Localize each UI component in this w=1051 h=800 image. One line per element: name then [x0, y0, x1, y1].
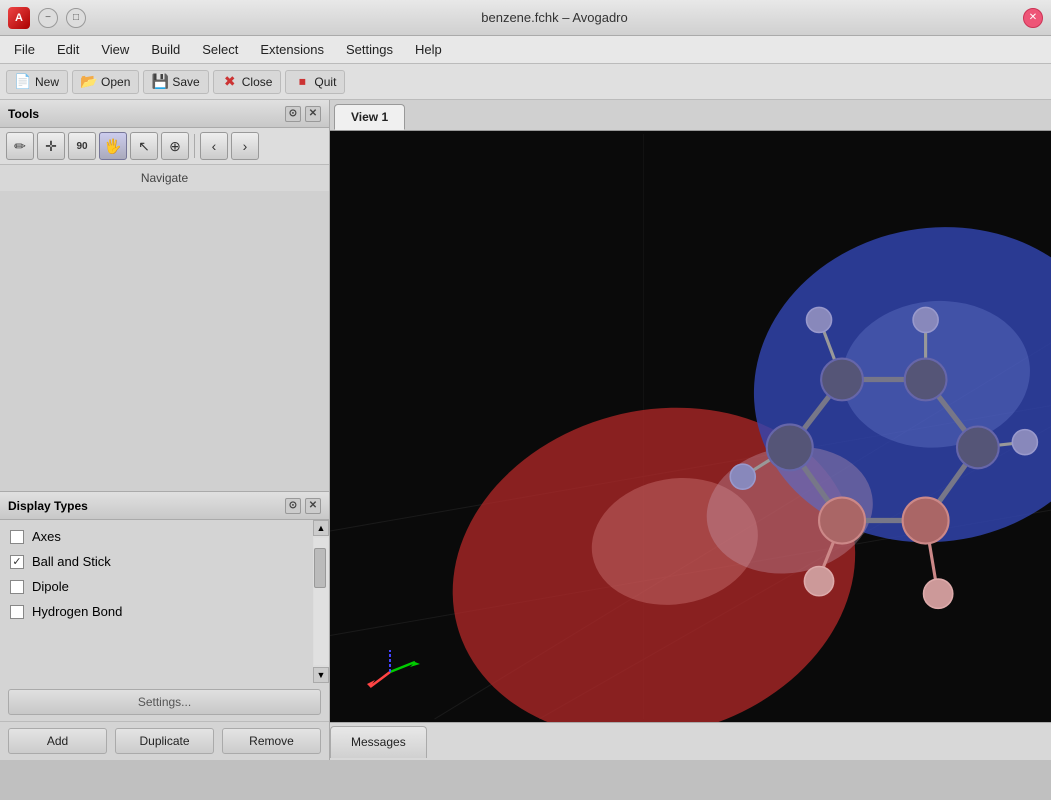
- hand-icon: 🖐: [104, 138, 121, 155]
- main-toolbar: 📄 New 📂 Open 💾 Save ✖ Close ⏹ Quit: [0, 64, 1051, 100]
- display-item-axes[interactable]: Axes: [0, 524, 329, 549]
- save-icon: 💾: [152, 74, 168, 90]
- close-doc-icon: ✖: [222, 74, 238, 90]
- dipole-label: Dipole: [32, 579, 69, 594]
- scroll-down-arrow[interactable]: ▼: [313, 667, 329, 683]
- toolbar-save-button[interactable]: 💾 Save: [143, 70, 208, 94]
- messages-bar: Messages: [330, 722, 1051, 760]
- rotate90-tool-button[interactable]: 90: [68, 132, 96, 160]
- display-section: Display Types ⊙ ✕ Axes ✓ Ball an: [0, 492, 329, 760]
- select-tool-button[interactable]: ↖: [130, 132, 158, 160]
- display-close-button[interactable]: ✕: [305, 498, 321, 514]
- next-icon: ›: [243, 138, 248, 154]
- scroll-up-arrow[interactable]: ▲: [313, 520, 329, 536]
- viewport[interactable]: [330, 131, 1051, 722]
- display-title: Display Types: [8, 499, 88, 513]
- menu-bar: File Edit View Build Select Extensions S…: [0, 36, 1051, 64]
- hydrogen-bond-checkbox[interactable]: [10, 605, 24, 619]
- display-item-hydrogen-bond[interactable]: Hydrogen Bond: [0, 599, 329, 624]
- menu-edit[interactable]: Edit: [47, 39, 89, 60]
- toolbar-new-button[interactable]: 📄 New: [6, 70, 68, 94]
- menu-file[interactable]: File: [4, 39, 45, 60]
- window-title: benzene.fchk – Avogadro: [94, 10, 1015, 25]
- ball-and-stick-label: Ball and Stick: [32, 554, 111, 569]
- app-icon: A: [8, 7, 30, 29]
- toolbar-close-label: Close: [242, 75, 273, 89]
- ball-and-stick-checkbox[interactable]: ✓: [10, 555, 24, 569]
- view1-tab[interactable]: View 1: [334, 104, 405, 130]
- left-panel: Tools ⊙ ✕ ✏ ✛ 90 🖐: [0, 100, 330, 760]
- title-minimize[interactable]: −: [38, 8, 58, 28]
- menu-extensions[interactable]: Extensions: [250, 39, 334, 60]
- menu-build[interactable]: Build: [141, 39, 190, 60]
- new-icon: 📄: [15, 74, 31, 90]
- menu-settings[interactable]: Settings: [336, 39, 403, 60]
- remove-display-button[interactable]: Remove: [222, 728, 321, 754]
- prev-tool-button[interactable]: ‹: [200, 132, 228, 160]
- display-item-dipole[interactable]: Dipole: [0, 574, 329, 599]
- tools-title: Tools: [8, 107, 39, 121]
- axes-label: Axes: [32, 529, 61, 544]
- toolbar-quit-button[interactable]: ⏹ Quit: [285, 70, 345, 94]
- active-tool-label: Navigate: [0, 165, 329, 191]
- dipole-checkbox[interactable]: [10, 580, 24, 594]
- title-maximize[interactable]: □: [66, 8, 86, 28]
- view-tabs: View 1: [330, 100, 1051, 131]
- measure-tool-button[interactable]: ⊕: [161, 132, 189, 160]
- right-panel: View 1: [330, 100, 1051, 760]
- toolbar-open-label: Open: [101, 75, 130, 89]
- prev-icon: ‹: [212, 138, 217, 154]
- draw-icon: ✏: [14, 138, 26, 155]
- hydrogen-bond-label: Hydrogen Bond: [32, 604, 122, 619]
- title-close[interactable]: ✕: [1023, 8, 1043, 28]
- toolbar-quit-label: Quit: [314, 75, 336, 89]
- tools-header-controls: ⊙ ✕: [285, 106, 321, 122]
- scroll-track: [314, 538, 328, 665]
- open-icon: 📂: [81, 74, 97, 90]
- scroll-thumb[interactable]: [314, 548, 326, 588]
- menu-help[interactable]: Help: [405, 39, 452, 60]
- axes-checkbox[interactable]: [10, 530, 24, 544]
- tools-float-button[interactable]: ⊙: [285, 106, 301, 122]
- display-float-button[interactable]: ⊙: [285, 498, 301, 514]
- tools-content-area: [0, 191, 329, 491]
- display-item-ball-and-stick[interactable]: ✓ Ball and Stick: [0, 549, 329, 574]
- main-layout: Tools ⊙ ✕ ✏ ✛ 90 🖐: [0, 100, 1051, 760]
- tool-separator: [194, 134, 195, 158]
- display-settings-button[interactable]: Settings...: [8, 689, 321, 715]
- measure-icon: ⊕: [169, 138, 181, 155]
- rotate90-icon: 90: [76, 141, 87, 152]
- tools-close-button[interactable]: ✕: [305, 106, 321, 122]
- toolbar-save-label: Save: [172, 75, 199, 89]
- add-display-button[interactable]: Add: [8, 728, 107, 754]
- display-scrollbar[interactable]: ▲ ▼: [313, 520, 329, 683]
- axis-indicator: [360, 642, 420, 702]
- tools-header: Tools ⊙ ✕: [0, 100, 329, 128]
- display-list: Axes ✓ Ball and Stick Dipole Hydroge: [0, 520, 329, 628]
- tools-section: Tools ⊙ ✕ ✏ ✛ 90 🖐: [0, 100, 329, 492]
- menu-view[interactable]: View: [91, 39, 139, 60]
- next-tool-button[interactable]: ›: [231, 132, 259, 160]
- move-tool-button[interactable]: ✛: [37, 132, 65, 160]
- menu-select[interactable]: Select: [192, 39, 248, 60]
- toolbar-new-label: New: [35, 75, 59, 89]
- display-list-wrapper: Axes ✓ Ball and Stick Dipole Hydroge: [0, 520, 329, 683]
- display-header: Display Types ⊙ ✕: [0, 492, 329, 520]
- toolbar-close-button[interactable]: ✖ Close: [213, 70, 282, 94]
- display-header-controls: ⊙ ✕: [285, 498, 321, 514]
- move-icon: ✛: [45, 138, 57, 155]
- display-action-buttons: Add Duplicate Remove: [0, 721, 329, 760]
- display-list-inner: Axes ✓ Ball and Stick Dipole Hydroge: [0, 520, 329, 683]
- toolbar-open-button[interactable]: 📂 Open: [72, 70, 139, 94]
- messages-tab[interactable]: Messages: [330, 726, 427, 758]
- select-cursor-icon: ↖: [138, 138, 150, 155]
- draw-tool-button[interactable]: ✏: [6, 132, 34, 160]
- title-bar: A − □ benzene.fchk – Avogadro ✕: [0, 0, 1051, 36]
- molecule-visualization: [330, 131, 1051, 722]
- duplicate-display-button[interactable]: Duplicate: [115, 728, 214, 754]
- hand-tool-button[interactable]: 🖐: [99, 132, 127, 160]
- tools-toolbar: ✏ ✛ 90 🖐 ↖ ⊕ ‹: [0, 128, 329, 165]
- quit-icon: ⏹: [294, 74, 310, 90]
